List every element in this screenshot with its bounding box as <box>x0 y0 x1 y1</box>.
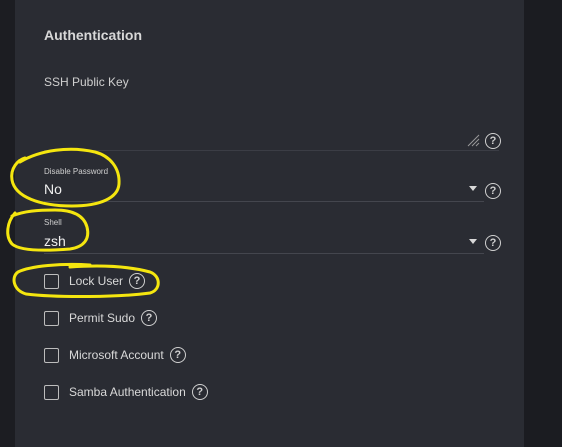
samba-authentication-checkbox[interactable] <box>44 384 59 400</box>
samba-authentication-row[interactable]: Samba Authentication ? <box>44 383 208 401</box>
section-title: Authentication <box>44 27 142 43</box>
microsoft-account-row[interactable]: Microsoft Account ? <box>44 346 186 364</box>
help-icon[interactable]: ? <box>129 273 146 289</box>
help-icon[interactable]: ? <box>169 347 186 363</box>
shell-underline <box>44 253 484 254</box>
shell-select[interactable]: zsh <box>44 233 66 249</box>
help-icon[interactable]: ? <box>485 133 501 149</box>
help-icon[interactable]: ? <box>191 384 208 400</box>
caret-down-icon[interactable] <box>469 186 477 191</box>
permit-sudo-checkbox[interactable] <box>44 310 59 326</box>
help-icon[interactable]: ? <box>485 183 501 199</box>
microsoft-account-label: Microsoft Account <box>69 348 164 362</box>
lock-user-row[interactable]: Lock User ? <box>44 272 146 290</box>
lock-user-label: Lock User <box>69 274 124 288</box>
shell-label: Shell <box>44 218 62 227</box>
ssh-public-key-textarea[interactable] <box>44 150 499 151</box>
ssh-public-key-label: SSH Public Key <box>44 75 129 89</box>
authentication-card: Authentication SSH Public Key ? Disable … <box>15 0 524 447</box>
microsoft-account-checkbox[interactable] <box>44 347 59 363</box>
permit-sudo-row[interactable]: Permit Sudo ? <box>44 309 158 327</box>
disable-password-underline <box>44 201 484 202</box>
left-gutter <box>0 0 15 447</box>
resize-handle-icon[interactable] <box>466 133 480 147</box>
lock-user-checkbox[interactable] <box>44 273 59 289</box>
samba-authentication-label: Samba Authentication <box>69 385 186 399</box>
disable-password-select[interactable]: No <box>44 181 62 197</box>
help-icon[interactable]: ? <box>485 235 501 251</box>
permit-sudo-label: Permit Sudo <box>69 311 136 325</box>
help-icon[interactable]: ? <box>141 310 158 326</box>
right-pane <box>524 0 562 447</box>
disable-password-label: Disable Password <box>44 167 109 176</box>
caret-down-icon[interactable] <box>469 239 477 244</box>
